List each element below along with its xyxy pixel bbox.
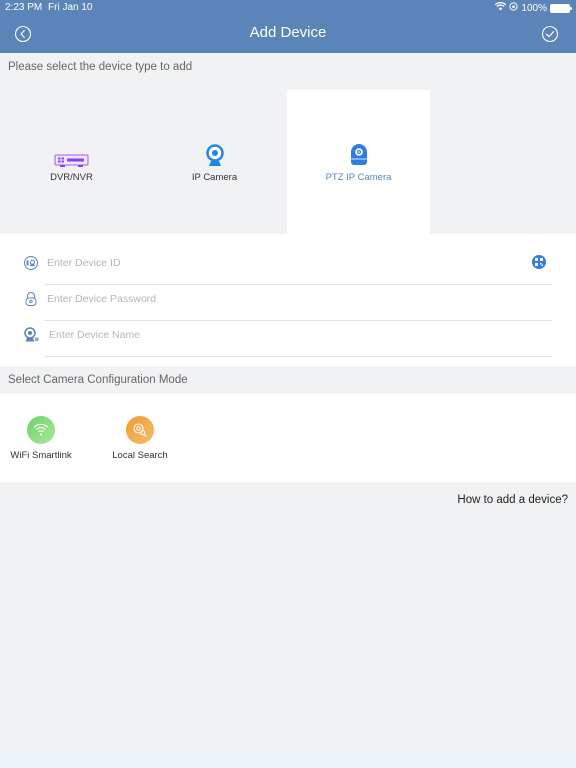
mode-local-search[interactable]: Local Search [100, 416, 180, 461]
status-indicators: 100% [495, 1, 572, 14]
divider [44, 356, 552, 357]
dvr-icon [54, 142, 90, 168]
device-password-field [0, 281, 576, 321]
ptz-camera-icon [341, 142, 377, 168]
local-search-badge [126, 416, 154, 444]
device-name-field [0, 317, 576, 357]
device-name-input[interactable] [49, 325, 519, 345]
status-bar: 2:23 PM Fri Jan 10 100% [0, 0, 576, 16]
config-mode-prompt: Select Camera Configuration Mode [8, 374, 188, 386]
device-id-input[interactable] [47, 253, 517, 273]
home-indicator-area [0, 746, 576, 768]
battery-icon [550, 3, 572, 13]
status-date: Fri Jan 10 [48, 2, 93, 13]
device-type-label: IP Camera [191, 171, 238, 183]
device-type-label: PTZ IP Camera [325, 171, 392, 183]
device-type-prompt: Please select the device type to add [8, 61, 193, 73]
device-type-selector: DVR/NVR IP Camera PTZ IP Camera [0, 90, 576, 234]
config-mode-panel: WiFi Smartlink Local Search [0, 394, 576, 482]
done-button[interactable] [541, 25, 559, 43]
device-password-input[interactable] [47, 289, 517, 309]
device-form [0, 234, 576, 366]
device-type-ip-camera[interactable]: IP Camera [143, 90, 286, 234]
app-header: 2:23 PM Fri Jan 10 100% Add Device [0, 0, 576, 53]
how-to-add-device-link[interactable]: How to add a device? [457, 494, 568, 506]
wifi-icon [495, 1, 507, 14]
device-type-ptz-ip-camera[interactable]: PTZ IP Camera [287, 90, 430, 234]
mode-label: WiFi Smartlink [10, 450, 72, 461]
wifi-icon [33, 423, 49, 436]
device-id-field [0, 245, 576, 285]
check-circle-icon [541, 25, 559, 43]
device-id-icon [23, 255, 39, 271]
wifi-smartlink-badge [27, 416, 55, 444]
device-type-dvr-nvr[interactable]: DVR/NVR [0, 90, 143, 234]
page-title: Add Device [249, 24, 327, 41]
battery-percent: 100% [521, 2, 547, 14]
qr-scan-button[interactable] [532, 255, 546, 269]
mode-wifi-smartlink[interactable]: WiFi Smartlink [1, 416, 81, 461]
orientation-lock-icon [509, 2, 519, 14]
ip-camera-icon [197, 142, 233, 168]
camera-name-icon [23, 327, 39, 343]
status-time: 2:23 PM [5, 2, 43, 13]
lock-icon [23, 291, 39, 307]
qr-scan-icon [535, 258, 543, 266]
mode-label: Local Search [112, 450, 168, 461]
device-type-label: DVR/NVR [50, 171, 93, 183]
local-search-icon [133, 423, 147, 437]
